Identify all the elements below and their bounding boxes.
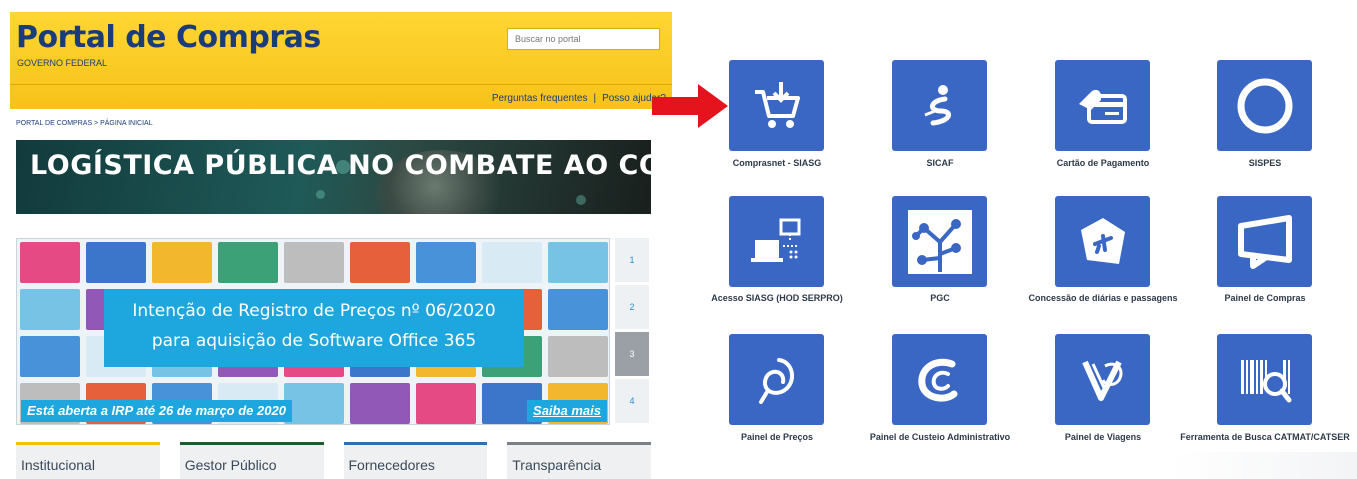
app-sispes[interactable] xyxy=(1217,60,1312,151)
app-painel-viagens[interactable] xyxy=(1055,334,1150,425)
link-separator: | xyxy=(593,93,597,104)
app-comprasnet-siasg[interactable] xyxy=(729,60,824,151)
breadcrumb[interactable]: PORTAL DE COMPRAS > PÁGINA INICIAL xyxy=(16,120,153,127)
slide-tile xyxy=(350,383,410,424)
app-label-sispes: SISPES xyxy=(1248,158,1282,168)
app-label-painel-custeio: Painel de Custeio Administrativo xyxy=(869,432,1011,442)
header-links: Perguntas frequentes | Posso ajudar? xyxy=(492,93,666,104)
tab-gestor-publico[interactable]: Gestor Público xyxy=(179,442,324,479)
app-label-ferramenta-busca: Ferramenta de Busca CATMAT/CATSER xyxy=(1180,432,1350,442)
portal-header: Portal de Compras GOVERNO FEDERAL Buscar… xyxy=(10,12,672,109)
airplane-ticket-icon xyxy=(1080,217,1125,264)
slide-tile xyxy=(20,289,80,330)
custeio-swirl-icon xyxy=(917,358,957,402)
slide-tile xyxy=(284,242,344,283)
faq-link[interactable]: Perguntas frequentes xyxy=(492,93,588,104)
pgc-tree-icon xyxy=(907,209,972,274)
app-pgc[interactable] xyxy=(892,196,987,287)
app-painel-custeio[interactable] xyxy=(892,334,987,425)
slide-tile xyxy=(284,383,344,424)
app-label-concessao: Concessão de diárias e passagens xyxy=(1028,293,1178,303)
slide-tile xyxy=(416,242,476,283)
cart-download-icon xyxy=(754,81,800,128)
pager-button-3[interactable]: 3 xyxy=(615,332,649,376)
app-concessao-diarias[interactable] xyxy=(1055,196,1150,287)
slide-tile xyxy=(416,383,476,424)
pager-button-2[interactable]: 2 xyxy=(615,285,649,329)
portal-screenshot: Portal de Compras GOVERNO FEDERAL Buscar… xyxy=(0,0,672,479)
app-label-cartao: Cartão de Pagamento xyxy=(1056,158,1150,168)
app-label-painel-precos: Painel de Preços xyxy=(740,432,814,442)
pager-button-1[interactable]: 1 xyxy=(615,238,649,282)
payment-card-icon xyxy=(1078,89,1127,124)
app-cartao-pagamento[interactable] xyxy=(1055,60,1150,151)
app-label-sicaf: SICAF xyxy=(926,158,954,168)
virus-particle xyxy=(316,190,325,199)
slide-tile xyxy=(218,242,278,283)
slide-tile xyxy=(152,242,212,283)
slide-headline-line2: para aquisição de Software Office 365 xyxy=(151,331,477,351)
app-label-painel-viagens: Painel de Viagens xyxy=(1064,432,1142,442)
slide-headline-line1: Intenção de Registro de Preços nº 06/202… xyxy=(132,301,496,321)
app-painel-compras[interactable] xyxy=(1217,196,1312,287)
covid-banner[interactable]: LOGÍSTICA PÚBLICA NO COMBATE AO COVID-19 xyxy=(16,140,651,214)
app-acesso-siasg[interactable] xyxy=(729,196,824,287)
sicaf-logo-icon xyxy=(923,84,951,125)
sispes-ring-icon xyxy=(1237,78,1292,133)
slide-tile xyxy=(482,242,542,283)
slide-tile xyxy=(548,289,608,330)
slide-tile xyxy=(20,242,80,283)
app-painel-precos[interactable] xyxy=(729,334,824,425)
pager-button-4[interactable]: 4 xyxy=(615,379,649,423)
barcode-search-icon xyxy=(1240,359,1291,402)
slide-tile xyxy=(20,336,80,377)
red-arrow-icon xyxy=(652,84,728,128)
tab-fornecedores[interactable]: Fornecedores xyxy=(343,442,488,479)
app-sicaf[interactable] xyxy=(892,60,987,151)
app-ferramenta-busca[interactable] xyxy=(1217,334,1312,425)
app-label-painel-compras: Painel de Compras xyxy=(1224,293,1306,303)
tab-institucional[interactable]: Institucional xyxy=(16,442,160,479)
page-subtitle: GOVERNO FEDERAL xyxy=(17,58,108,68)
app-label-pgc: PGC xyxy=(930,293,950,303)
travel-v-icon xyxy=(1081,360,1123,401)
carousel-slide[interactable]: Intenção de Registro de Preços nº 06/202… xyxy=(16,238,610,425)
section-nav: Institucional Gestor Público Fornecedore… xyxy=(16,442,651,479)
slide-tile xyxy=(86,242,146,283)
virus-particle xyxy=(576,195,586,205)
tab-transparencia[interactable]: Transparência xyxy=(507,442,651,479)
page-title[interactable]: Portal de Compras xyxy=(16,20,321,55)
app-label-acesso-siasg: Acesso SIASG (HOD SERPRO) xyxy=(711,293,843,303)
covid-banner-text: LOGÍSTICA PÚBLICA NO COMBATE AO COVID-19 xyxy=(30,150,651,181)
slide-headline: Intenção de Registro de Preços nº 06/202… xyxy=(104,289,524,367)
slide-tile xyxy=(350,242,410,283)
price-spiral-icon xyxy=(758,357,794,404)
carousel-pager: 1 2 3 4 xyxy=(615,238,649,426)
network-computers-icon xyxy=(750,218,800,262)
slide-tile xyxy=(548,242,608,283)
app-label-comprasnet: Comprasnet - SIASG xyxy=(732,158,822,168)
slide-footer-note: Está aberta a IRP até 26 de março de 202… xyxy=(21,400,292,422)
header-divider xyxy=(10,84,672,85)
corner-overlay xyxy=(1170,452,1357,479)
search-input[interactable]: Buscar no portal xyxy=(507,28,660,50)
dashboard-panel-icon xyxy=(1237,214,1292,269)
saiba-mais-link[interactable]: Saiba mais xyxy=(527,400,607,422)
slide-tile xyxy=(548,336,608,377)
